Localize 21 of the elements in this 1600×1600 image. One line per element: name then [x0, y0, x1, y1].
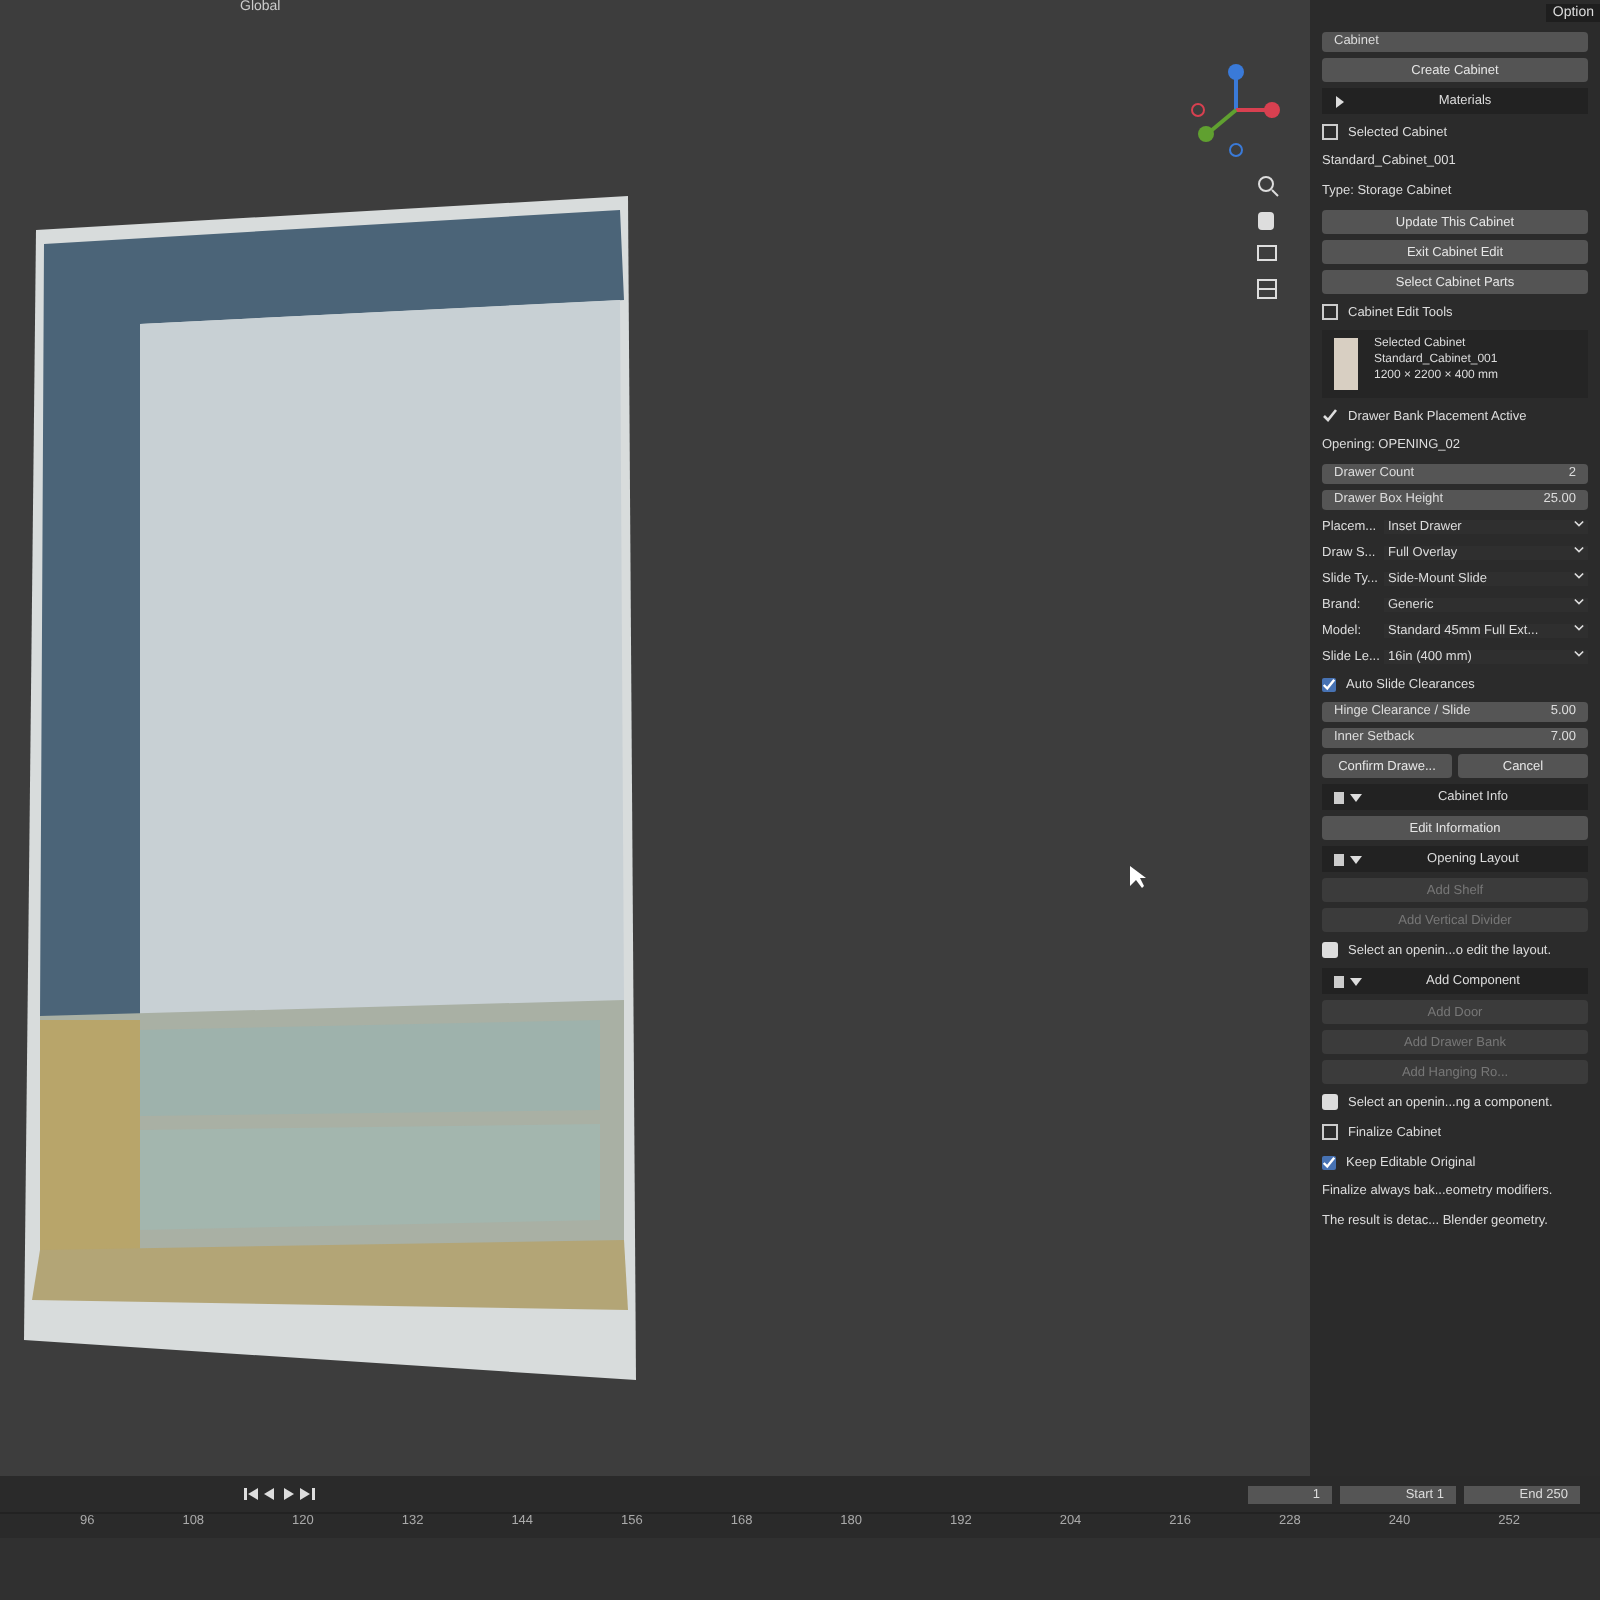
checkbox[interactable]: [1322, 677, 1336, 691]
caret-icon: [1574, 519, 1584, 527]
checkbox[interactable]: [1322, 1155, 1336, 1169]
mouse-cursor-icon: [1130, 866, 1146, 888]
caret-icon: [1574, 545, 1584, 553]
caret-icon: [1574, 597, 1584, 605]
panel-collapse-icon: [1334, 791, 1362, 803]
panel-icon: [1322, 304, 1338, 320]
cabinet-thumbnail: [1334, 338, 1358, 390]
panel-icon: [1322, 1124, 1338, 1140]
caret-icon: [1574, 649, 1584, 657]
checkmark-icon: [1322, 408, 1338, 424]
caret-icon: [1574, 571, 1584, 579]
panel-collapse-icon: [1334, 975, 1362, 987]
caret-icon: [1574, 623, 1584, 631]
zoom-icon[interactable]: [1258, 176, 1279, 197]
grid-icon[interactable]: [1257, 279, 1277, 299]
panel-icon: [1322, 124, 1338, 140]
expand-triangle-icon: [1334, 95, 1346, 107]
panel-collapse-icon: [1334, 853, 1362, 865]
navigation-gizmo-icon[interactable]: [1191, 64, 1280, 157]
